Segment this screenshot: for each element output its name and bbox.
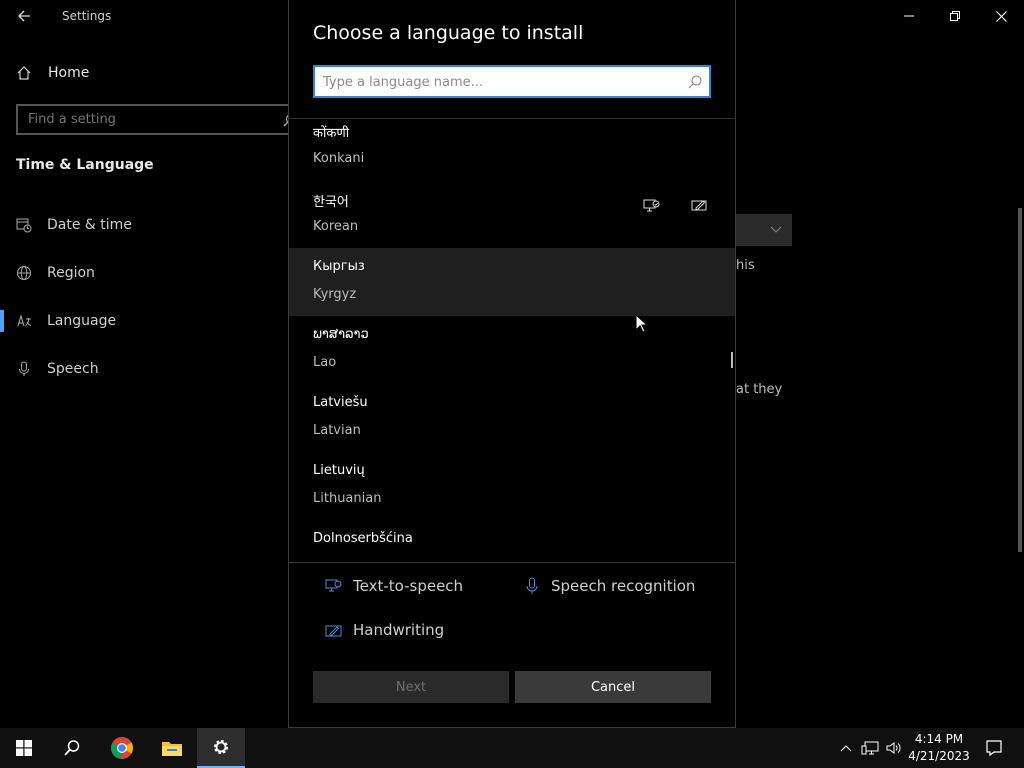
handwriting-icon — [689, 195, 709, 215]
legend-label: Speech recognition — [551, 577, 696, 595]
language-item-konkani[interactable]: कोंकणी Konkani — [289, 119, 735, 187]
speaker-icon — [886, 742, 901, 754]
nav-item-label: Region — [47, 265, 95, 281]
language-english-name: Lao — [313, 355, 337, 370]
handwriting-icon — [325, 625, 342, 637]
minimize-icon — [904, 15, 914, 17]
action-center-button[interactable] — [974, 728, 1014, 768]
show-hidden-icons-button[interactable] — [836, 738, 856, 758]
nav-home-label: Home — [48, 65, 90, 81]
close-icon — [995, 10, 1007, 22]
close-button[interactable] — [978, 0, 1024, 32]
nav-item-speech[interactable]: Speech — [16, 358, 99, 380]
background-text: his — [736, 258, 755, 273]
nav-item-region[interactable]: Region — [16, 262, 95, 284]
language-icon — [17, 314, 32, 327]
text-to-speech-icon — [641, 195, 661, 215]
language-item-lower-sorbian[interactable]: Dolnoserbšćina — [289, 527, 735, 562]
globe-icon — [17, 266, 31, 280]
app-title: Settings — [62, 9, 112, 23]
find-setting-input[interactable] — [28, 106, 278, 133]
language-native-name: Кыргыз — [313, 259, 365, 274]
language-english-name: Konkani — [313, 151, 365, 166]
background-dropdown[interactable] — [736, 214, 792, 246]
choose-language-dialog: Choose a language to install कोंकणी Konk… — [288, 0, 736, 728]
chevron-down-icon — [770, 226, 782, 233]
legend-text-to-speech: Text-to-speech — [325, 574, 463, 598]
legend-label: Handwriting — [353, 621, 445, 639]
section-title: Time & Language — [16, 157, 154, 173]
list-scrollbar[interactable] — [731, 352, 733, 368]
text-to-speech-icon — [325, 579, 342, 592]
language-english-name: Lithuanian — [313, 491, 382, 506]
language-english-name: Kyrgyz — [313, 287, 357, 302]
divider — [289, 562, 735, 563]
back-arrow-icon — [18, 10, 30, 22]
nav-active-indicator — [0, 310, 4, 332]
cancel-button[interactable]: Cancel — [515, 671, 711, 703]
start-button[interactable] — [0, 728, 48, 768]
legend-label: Text-to-speech — [353, 577, 464, 595]
find-setting-box[interactable] — [16, 104, 306, 135]
home-icon — [17, 66, 31, 80]
language-native-name: Lietuvių — [313, 463, 365, 478]
next-button[interactable]: Next — [313, 671, 509, 703]
language-native-name: Dolnoserbšćina — [313, 531, 413, 546]
legend-speech-recognition: Speech recognition — [523, 574, 695, 598]
nav-item-date-time[interactable]: Date & time — [16, 214, 132, 236]
restore-icon — [950, 11, 960, 21]
nav-item-label: Date & time — [47, 217, 132, 233]
windows-logo-icon — [16, 740, 32, 756]
restore-button[interactable] — [932, 0, 978, 32]
calendar-clock-icon — [16, 218, 32, 233]
chrome-icon — [111, 737, 133, 759]
taskbar-file-explorer[interactable] — [148, 728, 196, 768]
back-button[interactable] — [10, 4, 38, 28]
language-search-box[interactable] — [313, 65, 711, 98]
language-item-lithuanian[interactable]: Lietuvių Lithuanian — [289, 459, 735, 527]
clock-time: 4:14 PM — [914, 732, 964, 746]
taskbar-chrome[interactable] — [98, 728, 146, 768]
mouse-cursor-icon — [635, 314, 649, 333]
language-native-name: Latviešu — [313, 395, 368, 410]
language-item-korean[interactable]: 한국어 Korean — [289, 187, 735, 255]
legend-handwriting: Handwriting — [325, 618, 444, 642]
language-item-kyrgyz[interactable]: Кыргыз Kyrgyz — [289, 248, 735, 316]
nav-item-label: Speech — [47, 361, 99, 377]
nav-home[interactable]: Home — [16, 62, 89, 84]
language-item-latvian[interactable]: Latviešu Latvian — [289, 391, 735, 459]
clock-date: 4/21/2023 — [908, 749, 970, 763]
language-native-name: ພາສາລາວ — [313, 327, 369, 342]
folder-icon — [162, 742, 182, 756]
microphone-icon — [19, 361, 29, 376]
volume-button[interactable] — [884, 738, 904, 758]
language-native-name: 한국어 — [313, 195, 349, 210]
nav-item-label: Language — [47, 313, 117, 329]
language-search-input[interactable] — [323, 71, 673, 93]
search-icon — [64, 740, 80, 756]
taskbar-settings[interactable] — [197, 728, 245, 768]
language-list: कोंकणी Konkani 한국어 Korean Кыргыз Kyrgyz … — [289, 119, 735, 562]
taskbar-clock[interactable]: 4:14 PM 4/21/2023 — [904, 731, 974, 765]
dialog-title: Choose a language to install — [313, 22, 584, 44]
network-icon — [861, 741, 879, 755]
taskbar: 4:14 PM 4/21/2023 — [0, 728, 1024, 768]
page-scrollbar[interactable] — [1018, 208, 1022, 552]
gear-icon — [214, 740, 228, 754]
nav-item-language[interactable]: Language — [16, 310, 116, 332]
chevron-up-icon — [840, 745, 852, 752]
language-item-lao[interactable]: ພາສາລາວ Lao — [289, 323, 735, 391]
taskbar-search-button[interactable] — [48, 728, 96, 768]
notification-icon — [986, 740, 1002, 757]
language-english-name: Latvian — [313, 423, 361, 438]
search-icon — [688, 75, 702, 89]
language-native-name: कोंकणी — [313, 126, 350, 141]
language-english-name: Korean — [313, 219, 359, 234]
microphone-icon — [526, 577, 538, 594]
background-text: at they — [736, 382, 783, 397]
network-button[interactable] — [860, 738, 880, 758]
minimize-button[interactable] — [886, 0, 932, 32]
